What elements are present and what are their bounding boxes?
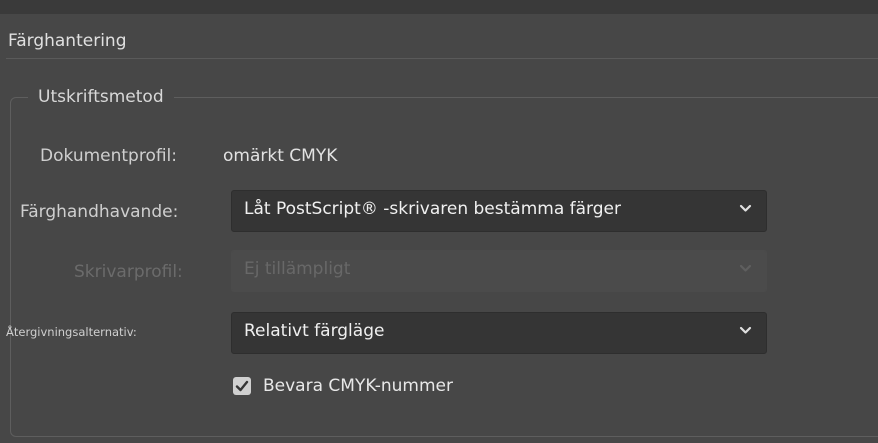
panel-top-strip (0, 0, 878, 14)
chevron-down-icon (739, 204, 752, 212)
section-divider (6, 58, 878, 59)
color-handling-dropdown[interactable]: Låt PostScript® -skrivaren bestämma färg… (231, 190, 767, 232)
printer-profile-dropdown[interactable]: Ej tillämpligt (231, 250, 767, 292)
section-title: Färghantering (8, 31, 127, 51)
color-management-panel: Färghantering Utskriftsmetod Dokumentpro… (0, 0, 878, 443)
checkmark-icon (235, 380, 249, 392)
rendering-intent-selected: Relativt färgläge (244, 321, 385, 341)
chevron-down-icon (739, 326, 752, 334)
preserve-cmyk-label[interactable]: Bevara CMYK-nummer (263, 376, 453, 396)
printer-profile-label: Skrivarprofil: (74, 262, 183, 282)
color-handling-label: Färghandhavande: (20, 202, 179, 222)
print-method-legend: Utskriftsmetod (28, 87, 174, 107)
color-handling-selected: Låt PostScript® -skrivaren bestämma färg… (244, 199, 621, 219)
chevron-down-icon (739, 264, 752, 272)
document-profile-value: omärkt CMYK (223, 146, 338, 166)
rendering-intent-dropdown[interactable]: Relativt färgläge (231, 312, 767, 354)
preserve-cmyk-checkbox[interactable] (233, 377, 251, 395)
document-profile-label: Dokumentprofil: (40, 146, 178, 166)
rendering-intent-label: Återgivningsalternativ: (6, 325, 137, 339)
printer-profile-selected: Ej tillämpligt (244, 259, 351, 279)
